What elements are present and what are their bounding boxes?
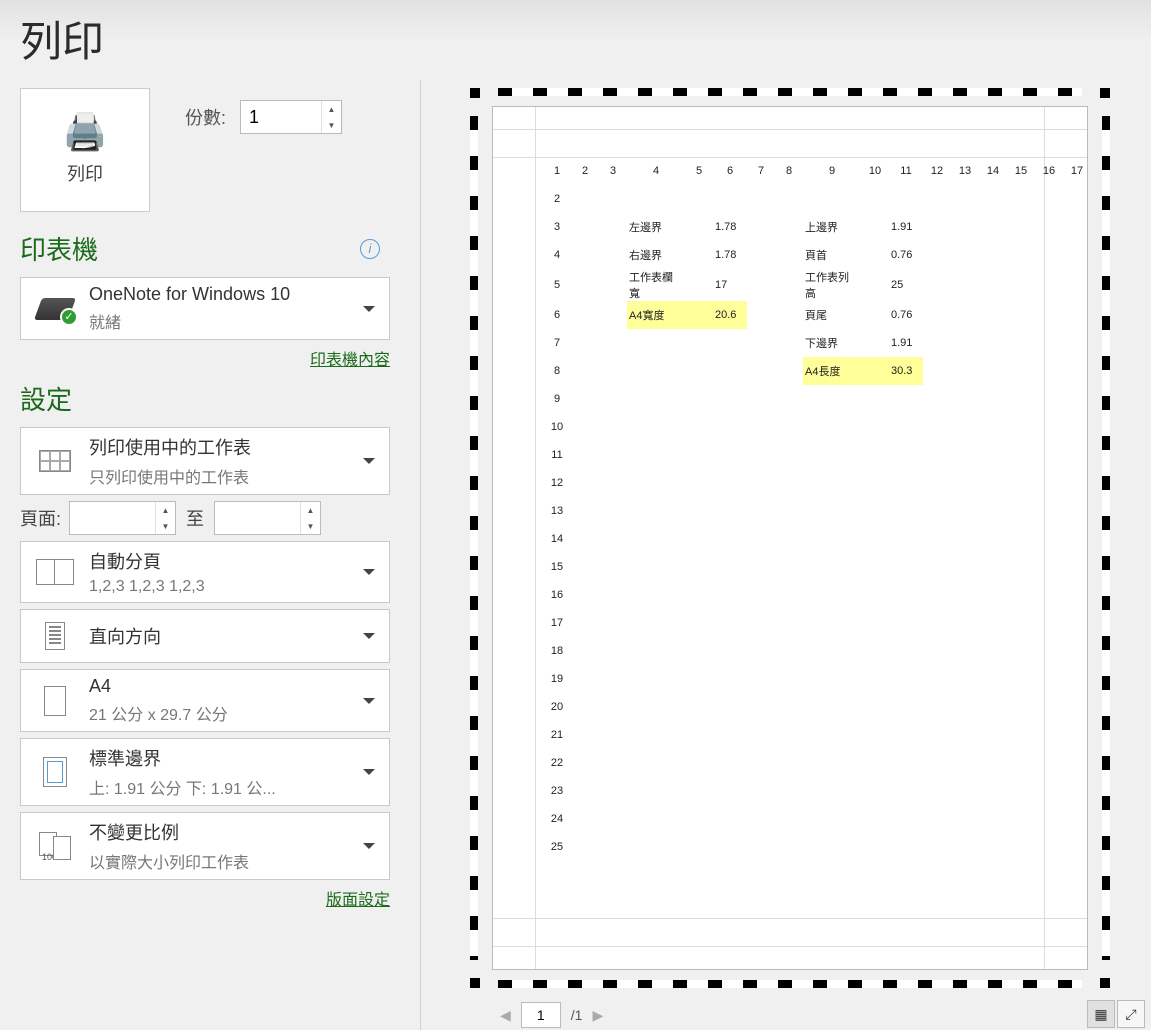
page-to-down[interactable]: ▼: [301, 518, 320, 534]
print-what-select[interactable]: 列印使用中的工作表 只列印使用中的工作表: [20, 427, 390, 495]
collate-icon: [36, 559, 74, 585]
scaling-sub: 以實際大小列印工作表: [89, 849, 355, 873]
zoom-to-page-toggle[interactable]: ⤢: [1117, 1000, 1145, 1028]
copies-input[interactable]: [241, 101, 321, 133]
printer-icon: 🖨️: [63, 114, 108, 150]
page-from-up[interactable]: ▲: [156, 502, 175, 518]
prev-page-button[interactable]: ◀: [500, 1007, 511, 1024]
margins-sub: 上: 1.91 公分 下: 1.91 公...: [89, 775, 355, 799]
chevron-down-icon: [363, 698, 375, 704]
print-button-label: 列印: [67, 160, 103, 186]
printer-device-icon: ✓: [38, 298, 72, 320]
page-setup-link[interactable]: 版面設定: [326, 892, 390, 909]
page-from-spinner[interactable]: ▲▼: [69, 501, 176, 535]
current-page-input[interactable]: [521, 1002, 561, 1028]
scaling-select[interactable]: 100 不變更比例 以實際大小列印工作表: [20, 812, 390, 880]
orientation-select[interactable]: 直向方向: [20, 609, 390, 663]
settings-section-title: 設定: [20, 380, 72, 417]
paper-icon: [44, 686, 66, 716]
print-button[interactable]: 🖨️ 列印: [20, 88, 150, 212]
chevron-down-icon: [363, 569, 375, 575]
page-range-label: 頁面:: [20, 505, 61, 531]
page-to-up[interactable]: ▲: [301, 502, 320, 518]
paper-sub: 21 公分 x 29.7 公分: [89, 701, 355, 725]
ruler-bottom[interactable]: [498, 980, 1082, 988]
collate-title: 自動分頁: [89, 548, 355, 574]
scaling-title: 不變更比例: [89, 819, 355, 845]
print-what-sub: 只列印使用中的工作表: [89, 464, 355, 488]
scale-badge: 100: [42, 852, 57, 862]
next-page-button[interactable]: ▶: [592, 1007, 603, 1024]
chevron-down-icon: [363, 843, 375, 849]
copies-down[interactable]: ▼: [322, 117, 341, 133]
status-ready-icon: ✓: [60, 308, 78, 326]
page-from-down[interactable]: ▼: [156, 518, 175, 534]
ruler-left[interactable]: [470, 116, 478, 960]
show-margins-toggle[interactable]: ▦: [1087, 1000, 1115, 1028]
orientation-title: 直向方向: [89, 623, 355, 649]
paper-title: A4: [89, 676, 355, 697]
chevron-down-icon: [363, 306, 375, 312]
print-what-title: 列印使用中的工作表: [89, 434, 355, 460]
printer-properties-link[interactable]: 印表機內容: [310, 352, 390, 369]
page-title: 列印: [20, 8, 104, 69]
print-preview: 123456789101112131415161723左邊界1.78上邊界1.9…: [470, 88, 1110, 988]
preview-content: 123456789101112131415161723左邊界1.78上邊界1.9…: [543, 157, 1091, 861]
page-to-input[interactable]: [215, 502, 300, 534]
ruler-top[interactable]: [498, 88, 1082, 96]
collate-sub: 1,2,3 1,2,3 1,2,3: [89, 578, 355, 596]
page-from-input[interactable]: [70, 502, 155, 534]
ruler-right[interactable]: [1102, 116, 1110, 960]
printer-name: OneNote for Windows 10: [89, 284, 355, 305]
page-to-spinner[interactable]: ▲▼: [214, 501, 321, 535]
paper-size-select[interactable]: A4 21 公分 x 29.7 公分: [20, 669, 390, 732]
margins-select[interactable]: 標準邊界 上: 1.91 公分 下: 1.91 公...: [20, 738, 390, 806]
portrait-icon: [45, 622, 65, 650]
page-sheet: 123456789101112131415161723左邊界1.78上邊界1.9…: [492, 106, 1088, 970]
printer-status: 就緒: [89, 309, 355, 333]
scale-icon: 100: [39, 832, 71, 860]
chevron-down-icon: [363, 458, 375, 464]
page-total: /1: [571, 1007, 583, 1023]
copies-up[interactable]: ▲: [322, 101, 341, 117]
printer-select[interactable]: ✓ OneNote for Windows 10 就緒: [20, 277, 390, 340]
printer-section-title: 印表機: [20, 230, 98, 267]
info-icon[interactable]: i: [360, 239, 380, 259]
collate-select[interactable]: 自動分頁 1,2,3 1,2,3 1,2,3: [20, 541, 390, 603]
chevron-down-icon: [363, 633, 375, 639]
copies-spinner[interactable]: ▲ ▼: [240, 100, 342, 134]
margins-icon: [43, 757, 67, 787]
sheet-icon: [39, 450, 71, 472]
chevron-down-icon: [363, 769, 375, 775]
copies-label: 份數:: [185, 104, 226, 130]
margins-title: 標準邊界: [89, 745, 355, 771]
page-range-to-label: 至: [186, 505, 204, 531]
pager: ◀ /1 ▶: [500, 1002, 603, 1028]
